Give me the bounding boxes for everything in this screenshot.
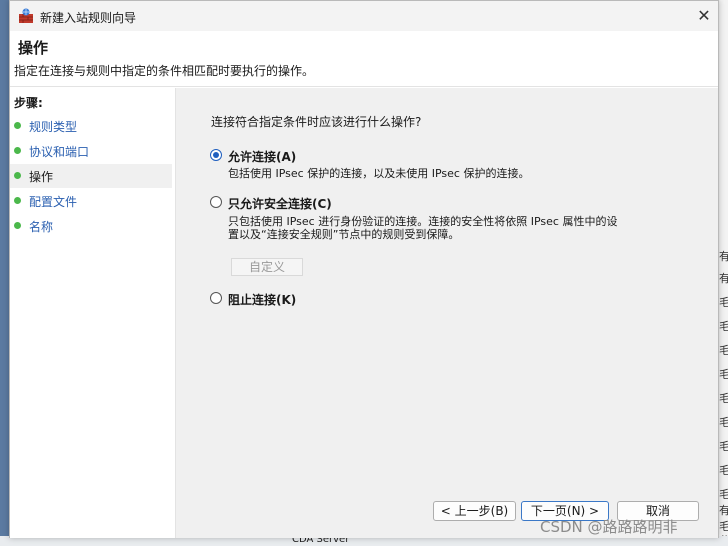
background-text: 毛	[719, 464, 728, 477]
step-item-rule-type[interactable]: 规则类型	[10, 114, 172, 138]
block-connection-label[interactable]: 阻止连接(K)	[228, 291, 296, 308]
allow-connection-description: 包括使用 IPsec 保护的连接，以及未使用 IPsec 保护的连接。	[228, 167, 530, 180]
allow-secure-connection-description-line-2: 置以及“连接安全规则”节点中的规则受到保障。	[228, 228, 460, 241]
allow-secure-connection-label[interactable]: 只允许安全连接(C)	[228, 195, 332, 212]
step-label: 协议和端口	[29, 145, 90, 159]
close-button[interactable]: ✕	[690, 1, 718, 31]
window-title: 新建入站规则向导	[40, 11, 137, 25]
step-item-protocol-port[interactable]: 协议和端口	[10, 139, 172, 163]
wizard-window: 新建入站规则向导 ✕ 操作 指定在连接与规则中指定的条件相匹配时要执行的操作。 …	[9, 0, 719, 538]
page-title: 操作	[18, 39, 49, 57]
allow-secure-connection-description-line-1: 只包括使用 IPsec 进行身份验证的连接。连接的安全性将依照 IPsec 属性…	[228, 215, 618, 228]
allow-secure-connection-radio[interactable]	[210, 196, 222, 208]
step-label: 名称	[29, 220, 54, 234]
background-text: 有	[719, 272, 728, 285]
background-text: 毛	[719, 368, 728, 381]
customize-button[interactable]: 自定义	[231, 258, 303, 276]
allow-connection-label[interactable]: 允许连接(A)	[228, 148, 296, 165]
step-status-icon	[14, 147, 21, 154]
background-text: 有	[719, 250, 728, 263]
step-label: 规则类型	[29, 120, 78, 134]
step-item-action[interactable]: 操作	[10, 164, 172, 188]
step-label: 配置文件	[29, 195, 78, 209]
step-item-name[interactable]: 名称	[10, 214, 172, 238]
steps-panel: 步骤: 规则类型 协议和端口 操作 配置文件 名称	[10, 88, 176, 538]
allow-connection-radio[interactable]	[210, 149, 222, 161]
content-panel: 连接符合指定条件时应该进行什么操作? 允许连接(A) 包括使用 IPsec 保护…	[176, 88, 718, 538]
background-text: 有	[719, 504, 728, 517]
step-item-profile[interactable]: 配置文件	[10, 189, 172, 213]
background-text: 毛	[719, 440, 728, 453]
step-status-icon	[14, 122, 21, 129]
steps-heading: 步骤:	[14, 96, 43, 110]
background-text: 毛	[719, 320, 728, 333]
close-icon: ✕	[697, 6, 711, 25]
background-text: 毛	[719, 344, 728, 357]
title-bar[interactable]: 新建入站规则向导 ✕	[10, 1, 718, 31]
background-text: 毛	[719, 392, 728, 405]
background-text: 毛	[719, 488, 728, 501]
background-text: 毛	[719, 416, 728, 429]
block-connection-radio[interactable]	[210, 292, 222, 304]
step-status-icon	[14, 222, 21, 229]
background-text: 毛	[719, 296, 728, 309]
firewall-icon	[19, 8, 33, 23]
step-label: 操作	[29, 170, 54, 184]
back-button[interactable]: < 上一步(B)	[433, 501, 516, 521]
action-question: 连接符合指定条件时应该进行什么操作?	[211, 115, 422, 129]
page-description: 指定在连接与规则中指定的条件相匹配时要执行的操作。	[14, 64, 315, 78]
step-status-icon	[14, 172, 21, 179]
watermark: CSDN @路路路明非	[540, 518, 678, 536]
wizard-header: 操作 指定在连接与规则中指定的条件相匹配时要执行的操作。	[10, 31, 718, 87]
step-status-icon	[14, 197, 21, 204]
